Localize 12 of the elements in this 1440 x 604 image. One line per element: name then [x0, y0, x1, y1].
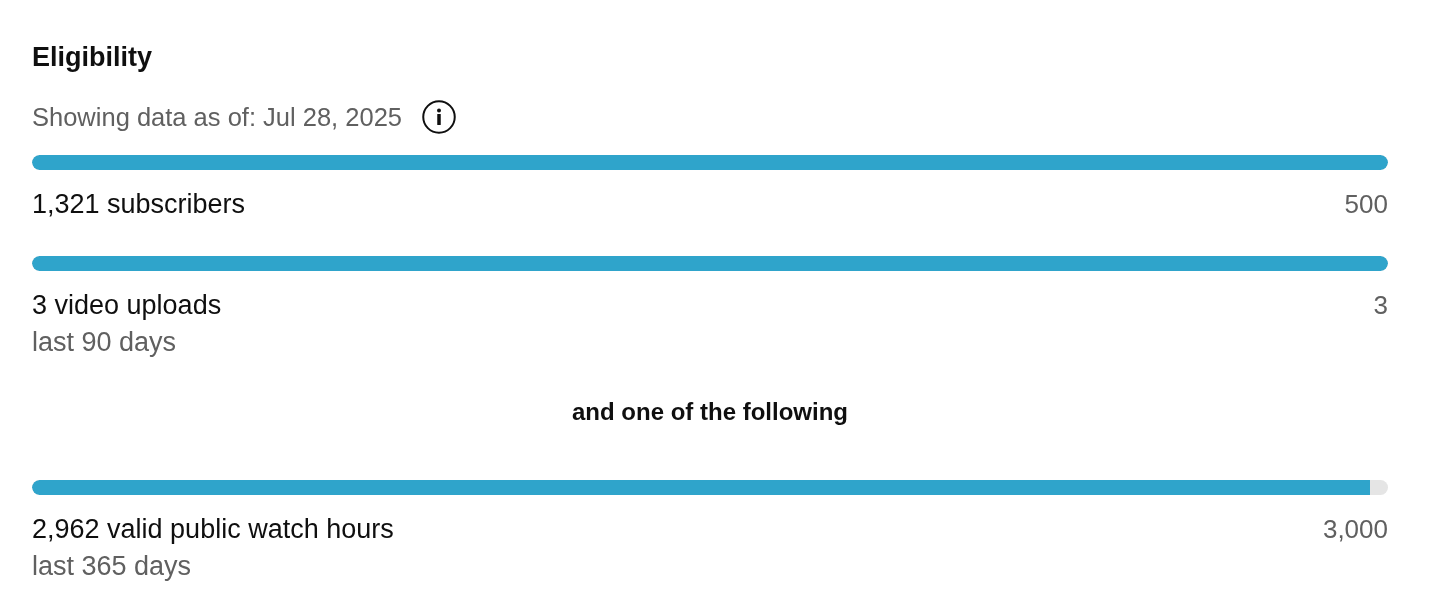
separator-text: and one of the following	[572, 397, 848, 427]
requirement-label: 1,321 subscribers	[32, 188, 246, 220]
requirement-target: 3	[1373, 289, 1388, 321]
info-icon[interactable]	[422, 100, 456, 134]
requirement-label: 3 video uploads	[32, 289, 222, 321]
section-title: Eligibility	[32, 41, 152, 73]
requirement-period: last 365 days	[32, 550, 192, 583]
requirement-label: 2,962 valid public watch hours	[32, 513, 394, 545]
requirement-period: last 90 days	[32, 326, 177, 359]
requirement-target: 500	[1344, 188, 1388, 220]
requirement-target: 3,000	[1322, 513, 1388, 545]
data-date-note: Showing data as of: Jul 28, 2025	[32, 102, 402, 133]
